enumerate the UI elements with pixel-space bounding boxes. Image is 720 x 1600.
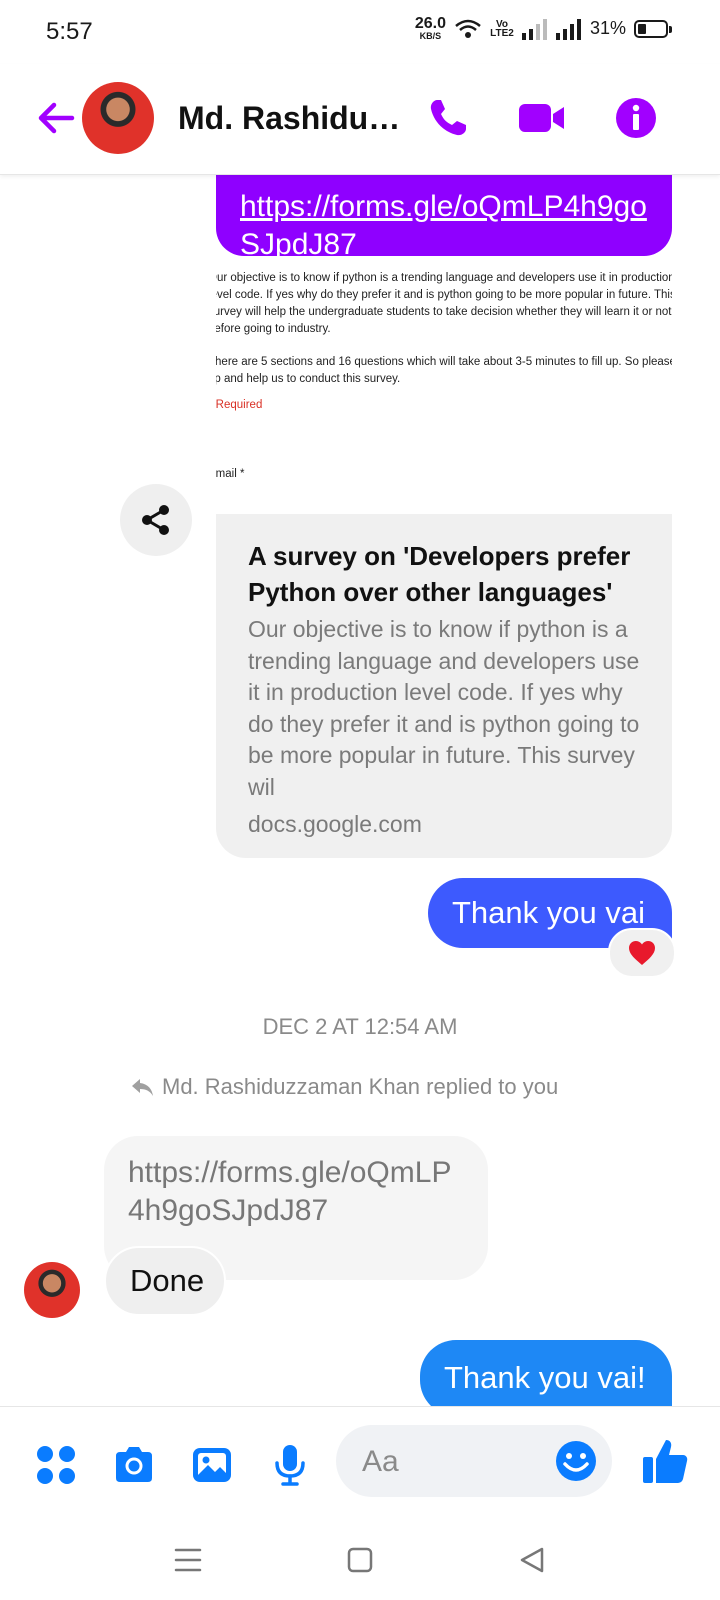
battery-percent: 31% <box>589 18 626 38</box>
battery-icon <box>634 19 672 38</box>
home-icon[interactable] <box>340 1540 380 1580</box>
back-arrow-icon[interactable] <box>32 94 80 142</box>
gallery-icon[interactable] <box>190 1443 234 1487</box>
network-speed-value: 26.0 <box>414 15 446 32</box>
quoted-message-text: https://forms.gle/oQmLP4h9goSJpdJ87 <box>128 1156 452 1227</box>
share-icon <box>142 505 169 535</box>
back-triangle-icon[interactable] <box>512 1540 552 1580</box>
reply-indicator: Md. Rashiduzzaman Khan replied to you <box>130 1074 558 1100</box>
heart-icon <box>629 941 655 965</box>
doc-email-label: Email * <box>216 468 245 480</box>
contact-avatar[interactable] <box>82 82 154 154</box>
doc-required-note: * Required <box>216 399 263 411</box>
signal-icon-1 <box>521 18 547 40</box>
received-message-text: Done <box>130 1263 205 1298</box>
sent-message-text: Thank you vai! <box>444 1360 646 1395</box>
status-indicators: 26.0 KB/S Vo LTE2 31% <box>415 16 672 41</box>
phone-icon[interactable] <box>424 94 472 142</box>
system-navigation-bar <box>0 1518 720 1600</box>
microphone-icon[interactable] <box>268 1443 312 1487</box>
share-button[interactable] <box>120 484 192 556</box>
message-composer <box>0 1406 720 1519</box>
message-list[interactable]: https://forms.gle/oQmLP4h9goSJpdJ87 Our … <box>0 174 720 1406</box>
reply-note-text: Md. Rashiduzzaman Khan replied to you <box>162 1074 559 1099</box>
recent-apps-icon[interactable] <box>168 1540 208 1580</box>
message-timestamp: DEC 2 AT 12:54 AM <box>262 1014 458 1039</box>
sent-link-bubble[interactable]: https://forms.gle/oQmLP4h9goSJpdJ87 <box>216 174 672 261</box>
wifi-icon <box>455 19 481 38</box>
message-input-field[interactable] <box>336 1425 612 1499</box>
doc-preview-line: survey will help the undergraduate stude… <box>216 306 672 318</box>
card-domain: docs.google.com <box>248 811 422 837</box>
video-camera-icon[interactable] <box>518 94 566 142</box>
sender-avatar[interactable] <box>24 1262 80 1318</box>
contact-name[interactable]: Md. Rashiduzzaman Khan <box>178 100 408 137</box>
menu-grid-icon[interactable] <box>34 1443 78 1487</box>
doc-preview-line: level code. If yes why do they prefer it… <box>216 289 672 301</box>
sent-message-text: Thank you vai <box>452 895 645 930</box>
camera-icon[interactable] <box>112 1443 156 1487</box>
thumbs-up-icon[interactable] <box>642 1437 688 1485</box>
battery-cap <box>669 25 672 33</box>
network-speed-unit: KB/S <box>419 31 442 41</box>
card-description: Our objective is to know if python is a … <box>248 616 640 800</box>
doc-preview-line: before going to industry. <box>216 323 331 335</box>
chat-header: Md. Rashiduzzaman Khan <box>0 64 720 175</box>
doc-preview-line: up and help us to conduct this survey. <box>216 373 401 385</box>
network-speed: 26.0 KB/S <box>415 16 446 41</box>
reply-arrow-icon <box>132 1079 153 1096</box>
volte-indicator: Vo LTE2 <box>490 18 514 39</box>
info-icon[interactable] <box>612 94 660 142</box>
sent-link-text[interactable]: https://forms.gle/oQmLP4h9goSJpdJ87 <box>240 188 648 264</box>
signal-icon-2 <box>555 18 581 40</box>
heart-reaction[interactable] <box>608 928 676 978</box>
battery-level <box>638 23 646 34</box>
link-preview-card[interactable]: A survey on 'Developers prefer Python ov… <box>216 514 672 858</box>
status-bar: 5:57 26.0 KB/S Vo LTE2 31% <box>0 0 720 64</box>
received-message-bubble[interactable]: Done <box>104 1246 226 1316</box>
card-title: A survey on 'Developers prefer Python ov… <box>248 541 631 607</box>
status-time: 5:57 <box>46 18 93 45</box>
sent-message-bubble[interactable]: Thank you vai! <box>420 1340 672 1406</box>
emoji-icon[interactable] <box>554 1439 598 1483</box>
doc-preview-line: There are 5 sections and 16 questions wh… <box>216 356 672 368</box>
doc-preview-line: Our objective is to know if python is a … <box>216 272 672 284</box>
message-input[interactable] <box>360 1425 534 1499</box>
